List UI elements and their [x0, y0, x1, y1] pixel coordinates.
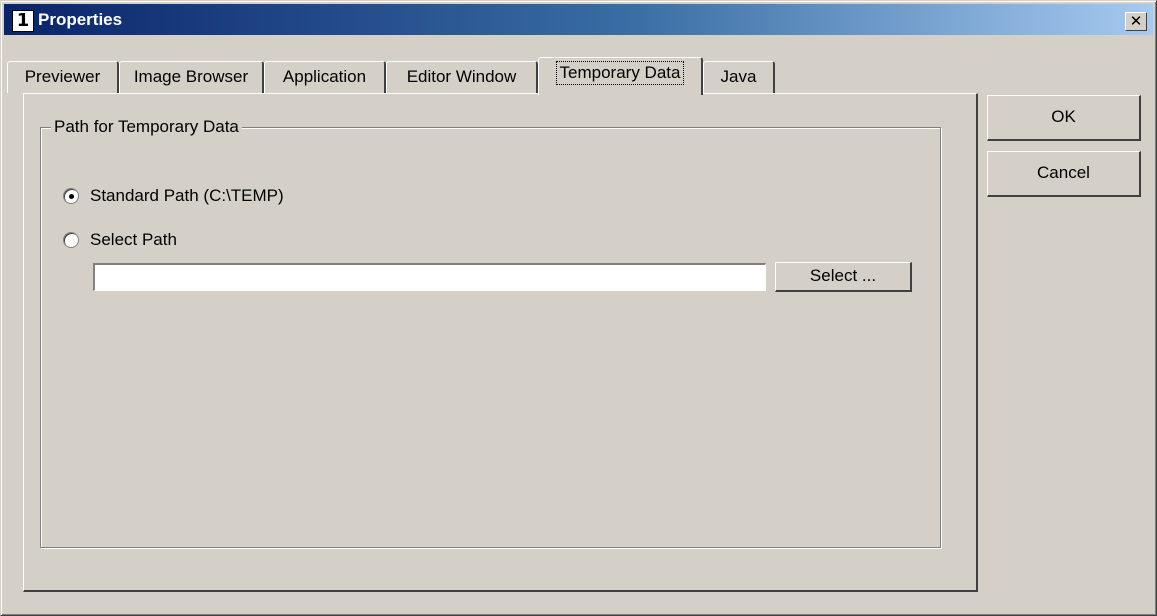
title-bar[interactable]: 1 Properties ✕ [4, 4, 1153, 35]
tab-label: Previewer [24, 67, 101, 86]
tab-panel: Path for Temporary Data Standard Path (C… [23, 93, 978, 592]
tab-label: Application [282, 67, 367, 86]
close-icon[interactable]: ✕ [1125, 12, 1147, 31]
group-legend: Path for Temporary Data [51, 115, 242, 139]
properties-dialog: 1 Properties ✕ Previewer Image Browser A… [0, 0, 1157, 616]
tab-label: Editor Window [406, 67, 517, 86]
tab-label: Image Browser [133, 67, 249, 86]
select-path-label[interactable]: Select Path [90, 228, 177, 252]
tab-application[interactable]: Application [264, 61, 386, 93]
tab-label: Java [720, 67, 757, 86]
app-icon: 1 [12, 10, 34, 32]
tab-java[interactable]: Java [703, 61, 775, 93]
tab-label: Temporary Data [555, 61, 685, 85]
select-path-radio[interactable] [63, 232, 79, 248]
tab-editor-window[interactable]: Editor Window [386, 61, 538, 93]
cancel-button[interactable]: Cancel [987, 151, 1141, 197]
tab-previewer[interactable]: Previewer [7, 61, 119, 93]
tab-temporary-data[interactable]: Temporary Data [538, 57, 703, 95]
select-button[interactable]: Select ... [775, 262, 912, 292]
radio-selected-dot [69, 194, 74, 199]
window-title: Properties [38, 10, 123, 29]
ok-button[interactable]: OK [987, 95, 1141, 141]
standard-path-label[interactable]: Standard Path (C:\TEMP) [90, 184, 284, 208]
standard-path-radio[interactable] [63, 188, 79, 204]
tab-image-browser[interactable]: Image Browser [119, 61, 264, 93]
temporary-data-groupbox: Path for Temporary Data Standard Path (C… [40, 115, 941, 548]
path-input[interactable] [93, 263, 766, 291]
